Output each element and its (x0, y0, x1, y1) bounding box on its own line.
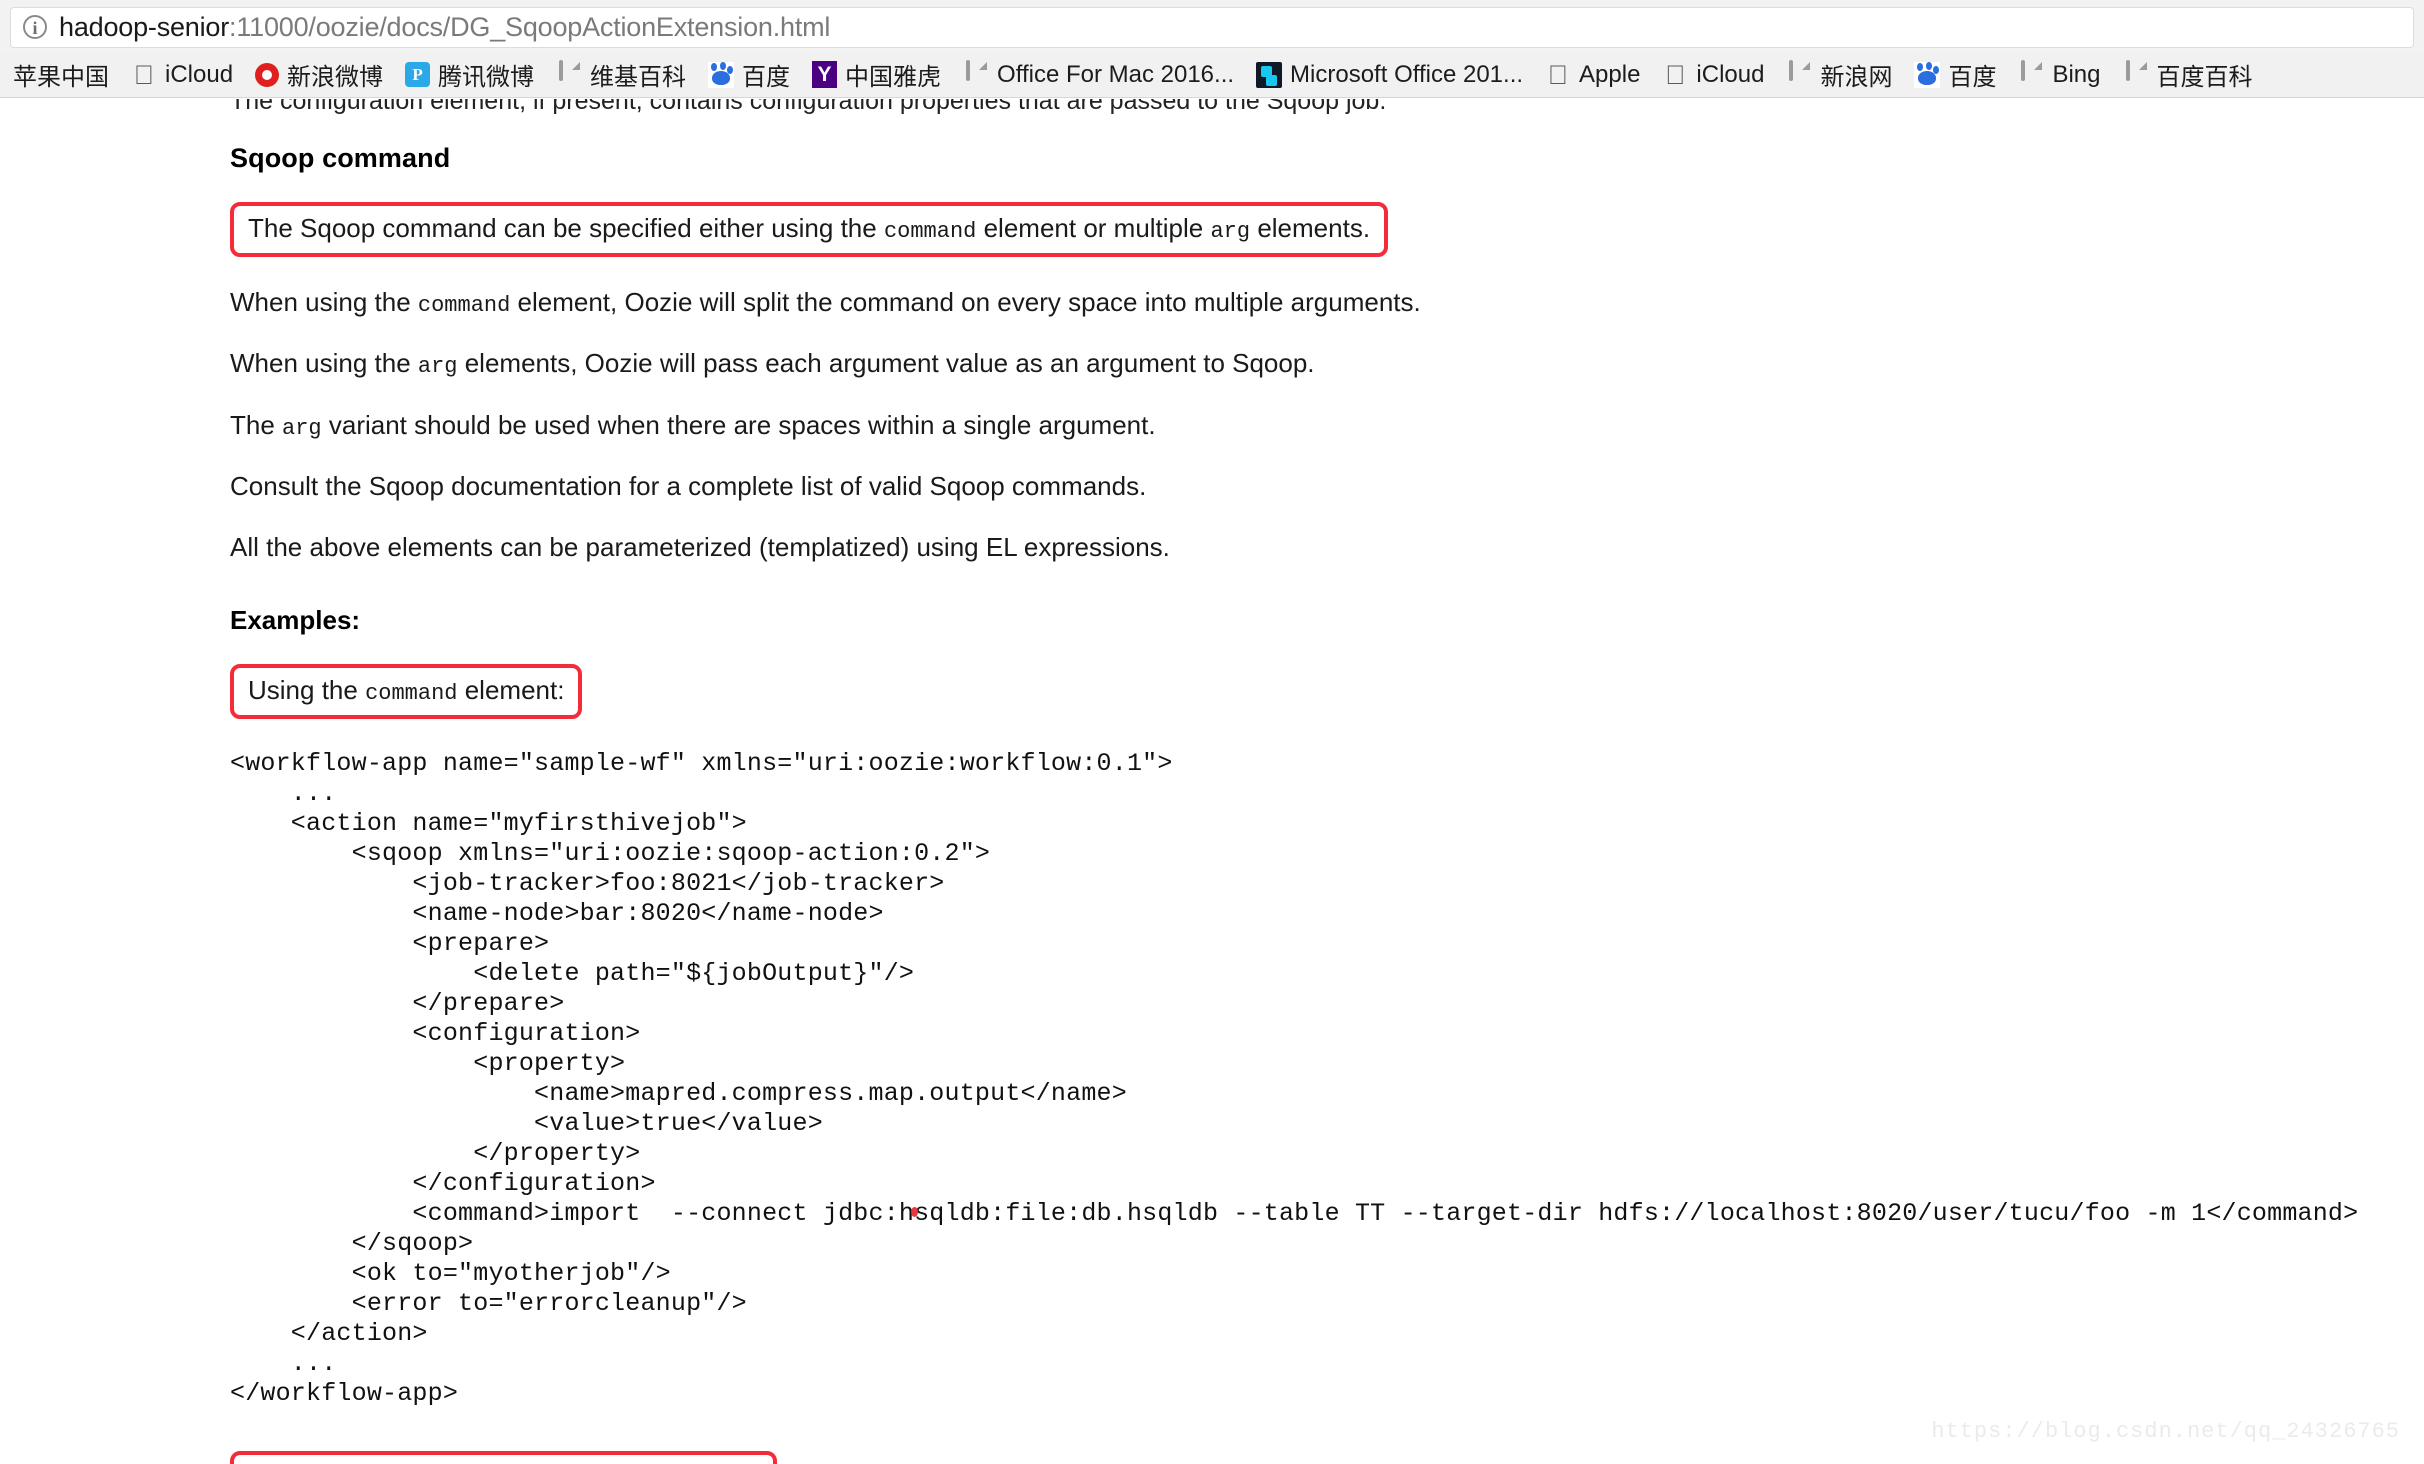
bookmark-office-for-mac-2016[interactable]: Office For Mac 2016... (952, 55, 1245, 95)
url-path: :11000/oozie/docs/DG_SqoopActionExtensio… (229, 11, 831, 42)
page-icon (2018, 59, 2044, 88)
bookmarks-bar[interactable]: 苹果中国  iCloud 新浪微博 腾讯微博 维基百科 百度 中国雅虎 (0, 52, 2424, 98)
inline-code-command: command (417, 293, 511, 318)
bookmark-label: 腾讯微博 (438, 64, 535, 91)
examples-heading: Examples: (230, 604, 361, 635)
para-suffix: element, Oozie will split the command on… (510, 287, 1421, 317)
watermark: https://blog.csdn.net/qq_24326765 (1931, 1419, 2400, 1444)
bookmark-yahoo-china[interactable]: 中国雅虎 (801, 55, 952, 95)
highlight-2-prefix: Using the (248, 674, 366, 705)
microsoft-office-icon (1256, 61, 1283, 88)
highlight-2-text: Using the command element: (248, 674, 565, 706)
highlight-1-prefix: The Sqoop command can be specified eithe… (248, 213, 884, 243)
page-icon (2123, 59, 2149, 88)
bookmark-apple-china[interactable]: 苹果中国 (2, 55, 120, 95)
page-icon (1786, 59, 1812, 88)
bookmark-label: 中国雅虎 (845, 64, 942, 91)
paragraph-command-split: When using the command element, Oozie wi… (230, 257, 2424, 318)
code-block-command-example: <workflow-app name="sample-wf" xmlns="ur… (230, 748, 2359, 1408)
inline-code-arg: arg (282, 415, 322, 441)
bookmark-icloud-2[interactable]:  iCloud (1651, 55, 1775, 95)
url-text: hadoop-senior:11000/oozie/docs/DG_SqoopA… (59, 12, 830, 43)
omnibox-row: i hadoop-senior:11000/oozie/docs/DG_Sqoo… (0, 0, 2424, 52)
highlighted-statement-1: The Sqoop command can be specified eithe… (230, 202, 1389, 257)
inline-code-arg: arg (417, 354, 458, 380)
inline-code-command: command (883, 219, 977, 244)
site-info-icon[interactable]: i (23, 15, 47, 39)
bookmark-baidu-1[interactable]: 百度 (697, 55, 801, 95)
bookmark-label: 百度 (742, 64, 791, 91)
bookmark-baidu-2[interactable]: 百度 (1903, 55, 2007, 95)
bookmark-label: 新浪微博 (287, 64, 384, 91)
baidu-paw-icon (1914, 61, 1941, 88)
apple-icon:  (1662, 61, 1688, 88)
page-icon (556, 59, 582, 88)
bookmark-label: Bing (2052, 60, 2101, 88)
bookmark-baidu-baike[interactable]: 百度百科 (2112, 55, 2264, 95)
paragraph-arg-pass: When using the arg elements, Oozie will … (230, 318, 2424, 379)
highlight-1-suffix: elements. (1250, 213, 1371, 243)
bookmark-label: iCloud (165, 60, 234, 88)
browser-chrome: i hadoop-senior:11000/oozie/docs/DG_Sqoo… (0, 0, 2424, 98)
paragraph-consult-docs: Consult the Sqoop documentation for a co… (230, 441, 2424, 502)
bookmark-label: Office For Mac 2016... (997, 60, 1235, 88)
bookmark-label: Microsoft Office 201... (1290, 60, 1524, 88)
para-suffix: elements, Oozie will pass each argument … (457, 348, 1315, 379)
weibo-icon (255, 63, 280, 87)
bookmark-sina-weibo[interactable]: 新浪微博 (244, 55, 394, 95)
apple-icon:  (131, 61, 157, 88)
para-prefix: Consult the Sqoop documentation for a co… (230, 470, 1147, 501)
document-content: The configuration element, if present, c… (0, 99, 2424, 1464)
highlight-1-wrap: The Sqoop command can be specified eithe… (230, 174, 2424, 257)
para-suffix: variant should be used when there are sp… (321, 409, 1156, 440)
bookmark-label: 苹果中国 (13, 64, 109, 91)
bookmark-tencent-weibo[interactable]: 腾讯微博 (394, 55, 545, 95)
highlight-1-middle: element or multiple (976, 213, 1211, 243)
bookmark-apple[interactable]:  Apple (1534, 55, 1651, 95)
address-bar[interactable]: i hadoop-senior:11000/oozie/docs/DG_Sqoo… (10, 6, 2414, 48)
apple-icon:  (1545, 61, 1571, 88)
para-prefix: All the above elements can be parameteri… (230, 531, 1170, 562)
bookmark-microsoft-office-2011[interactable]: Microsoft Office 201... (1245, 55, 1534, 95)
clipped-paragraph-top: The configuration element, if present, c… (230, 99, 1387, 115)
bookmark-label: 百度 (1948, 64, 1997, 91)
inline-code-command: command (365, 680, 458, 706)
bookmark-label: 维基百科 (590, 64, 687, 91)
highlight-1-text: The Sqoop command can be specified eithe… (248, 213, 1371, 244)
page-icon (963, 59, 989, 88)
inline-code-arg: arg (1210, 219, 1251, 244)
highlight-2-suffix: element: (457, 674, 565, 705)
para-prefix: When using the (230, 287, 418, 317)
bookmark-label: Apple (1579, 60, 1641, 88)
url-host: hadoop-senior (59, 11, 230, 42)
bookmark-wikipedia[interactable]: 维基百科 (545, 55, 697, 95)
bookmark-label: 新浪网 (1820, 64, 1893, 91)
para-prefix: The (230, 409, 283, 440)
bookmark-icloud-1[interactable]:  iCloud (120, 55, 244, 95)
yahoo-icon (812, 61, 838, 88)
highlight-2-wrap: Using the command element: (230, 636, 2424, 719)
bookmark-sina[interactable]: 新浪网 (1775, 55, 1903, 95)
highlighted-statement-3: The same Sqoop action using arg elements… (230, 1450, 777, 1464)
paragraph-el-expressions: All the above elements can be parameteri… (230, 502, 2424, 563)
para-prefix: When using the (230, 348, 418, 379)
highlighted-statement-2: Using the command element: (230, 663, 583, 719)
red-dot-marker (911, 1207, 918, 1217)
bookmark-bing[interactable]: Bing (2007, 55, 2111, 95)
paragraph-arg-variant: The arg variant should be used when ther… (230, 380, 2424, 441)
bookmark-label: iCloud (1696, 60, 1765, 88)
bookmark-label: 百度百科 (2156, 64, 2253, 91)
tencent-weibo-icon (405, 62, 431, 87)
page-viewport: The configuration element, if present, c… (0, 99, 2424, 1464)
baidu-paw-icon (708, 61, 735, 88)
